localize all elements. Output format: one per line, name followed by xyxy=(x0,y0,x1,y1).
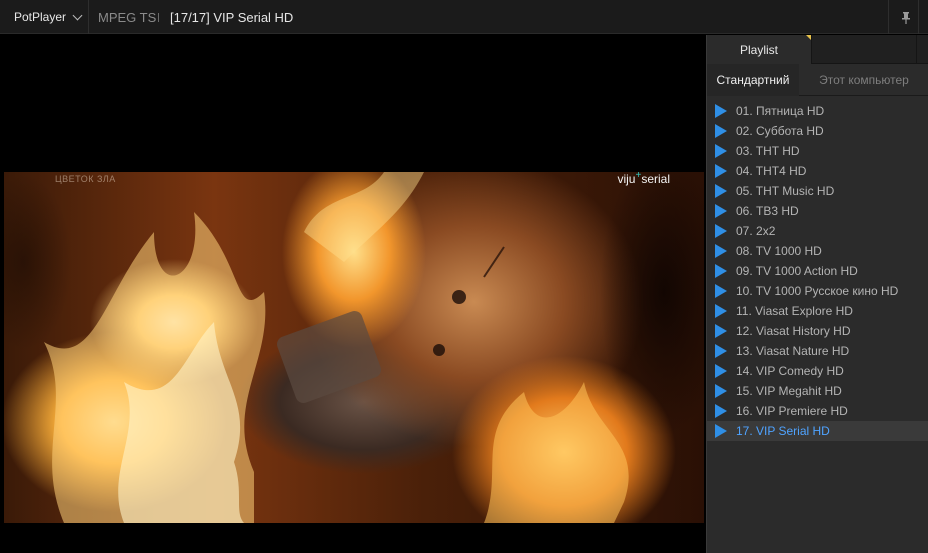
tab-empty[interactable] xyxy=(811,35,917,64)
play-icon xyxy=(715,144,727,158)
title-separator xyxy=(158,13,159,22)
playlist-item[interactable]: 10. TV 1000 Русское кино HD xyxy=(707,281,928,301)
playlist-item-label: 01. Пятница HD xyxy=(736,104,825,118)
play-icon xyxy=(715,204,727,218)
playlist-item[interactable]: 05. THT Music HD xyxy=(707,181,928,201)
playlist-item-label: 06. ТВ3 HD xyxy=(736,204,799,218)
playlist-panel: Playlist Стандартний Этот компьютер 01. … xyxy=(706,35,928,553)
playlist-item-label: 11. Viasat Explore HD xyxy=(736,304,853,318)
playlist-item-label: 17. VIP Serial HD xyxy=(736,424,830,438)
playlist-item-label: 13. Viasat Nature HD xyxy=(736,344,850,358)
playlist-item[interactable]: 16. VIP Premiere HD xyxy=(707,401,928,421)
playlist-item[interactable]: 04. THT4 HD xyxy=(707,161,928,181)
play-icon xyxy=(715,384,727,398)
pin-icon xyxy=(902,12,910,24)
playlist-item[interactable]: 06. ТВ3 HD xyxy=(707,201,928,221)
play-icon xyxy=(715,264,727,278)
logo-plus: + xyxy=(635,172,642,181)
titlebar-edge xyxy=(918,0,928,34)
channel-logo: viju + serial xyxy=(617,172,670,186)
play-icon xyxy=(715,304,727,318)
playlist-item[interactable]: 07. 2x2 xyxy=(707,221,928,241)
playlist-item-label: 04. THT4 HD xyxy=(736,164,807,178)
playlist-item[interactable]: 17. VIP Serial HD xyxy=(707,421,928,441)
playlist-item-label: 16. VIP Premiere HD xyxy=(736,404,848,418)
playlist-item[interactable]: 12. Viasat History HD xyxy=(707,321,928,341)
play-icon xyxy=(715,184,727,198)
playlist-item-label: 05. THT Music HD xyxy=(736,184,835,198)
media-format: MPEG TS xyxy=(98,9,157,25)
window-title: [17/17] VIP Serial HD xyxy=(170,9,294,25)
logo-brand: viju xyxy=(617,172,636,186)
playlist-item-label: 03. THT HD xyxy=(736,144,800,158)
playlist-item[interactable]: 15. VIP Megahit HD xyxy=(707,381,928,401)
play-icon xyxy=(715,424,727,438)
playlist-item[interactable]: 13. Viasat Nature HD xyxy=(707,341,928,361)
play-icon xyxy=(715,244,727,258)
playlist-item-label: 09. TV 1000 Action HD xyxy=(736,264,858,278)
playlist-item-label: 14. VIP Comedy HD xyxy=(736,364,844,378)
playlist-item[interactable]: 09. TV 1000 Action HD xyxy=(707,261,928,281)
show-watermark: ЦВЕТОК ЗЛА xyxy=(55,174,116,184)
play-icon xyxy=(715,284,727,298)
app-name: PotPlayer xyxy=(14,10,67,24)
playlist-item-label: 10. TV 1000 Русское кино HD xyxy=(736,284,899,298)
tab-this-computer[interactable]: Этот компьютер xyxy=(799,64,928,96)
playlist-item-label: 02. Суббота HD xyxy=(736,124,824,138)
app-menu-button[interactable]: PotPlayer xyxy=(0,0,89,34)
playlist-item-label: 08. TV 1000 HD xyxy=(736,244,822,258)
play-icon xyxy=(715,324,727,338)
playlist-item[interactable]: 11. Viasat Explore HD xyxy=(707,301,928,321)
playlist-list: 01. Пятница HD 02. Суббота HD 03. THT HD 04… xyxy=(707,101,928,441)
chevron-down-icon xyxy=(72,10,83,20)
playlist-item-label: 07. 2x2 xyxy=(736,224,776,238)
play-icon xyxy=(715,104,727,118)
tab-playlist[interactable]: Playlist xyxy=(707,35,811,64)
play-icon xyxy=(715,224,727,238)
playlist-item[interactable]: 14. VIP Comedy HD xyxy=(707,361,928,381)
play-icon xyxy=(715,164,727,178)
play-icon xyxy=(715,364,727,378)
fire-flames-image xyxy=(44,172,629,523)
playlist-item[interactable]: 02. Суббота HD xyxy=(707,121,928,141)
playlist-item[interactable]: 08. TV 1000 HD xyxy=(707,241,928,261)
playlist-item[interactable]: 03. THT HD xyxy=(707,141,928,161)
title-bar: PotPlayer MPEG TS [17/17] VIP Serial HD xyxy=(0,0,928,34)
play-icon xyxy=(715,124,727,138)
video-area[interactable]: ЦВЕТОК ЗЛА viju + serial xyxy=(0,35,706,553)
playlist-item-label: 15. VIP Megahit HD xyxy=(736,384,842,398)
play-icon xyxy=(715,404,727,418)
playlist-item-label: 12. Viasat History HD xyxy=(736,324,851,338)
logo-word: serial xyxy=(641,172,670,186)
video-frame: ЦВЕТОК ЗЛА viju + serial xyxy=(4,172,704,523)
playlist-item[interactable]: 01. Пятница HD xyxy=(707,101,928,121)
panel-tabs: Playlist xyxy=(707,35,928,64)
playlist-subtabs: Стандартний Этот компьютер xyxy=(707,64,928,96)
tab-standard[interactable]: Стандартний xyxy=(707,64,799,96)
play-icon xyxy=(715,344,727,358)
